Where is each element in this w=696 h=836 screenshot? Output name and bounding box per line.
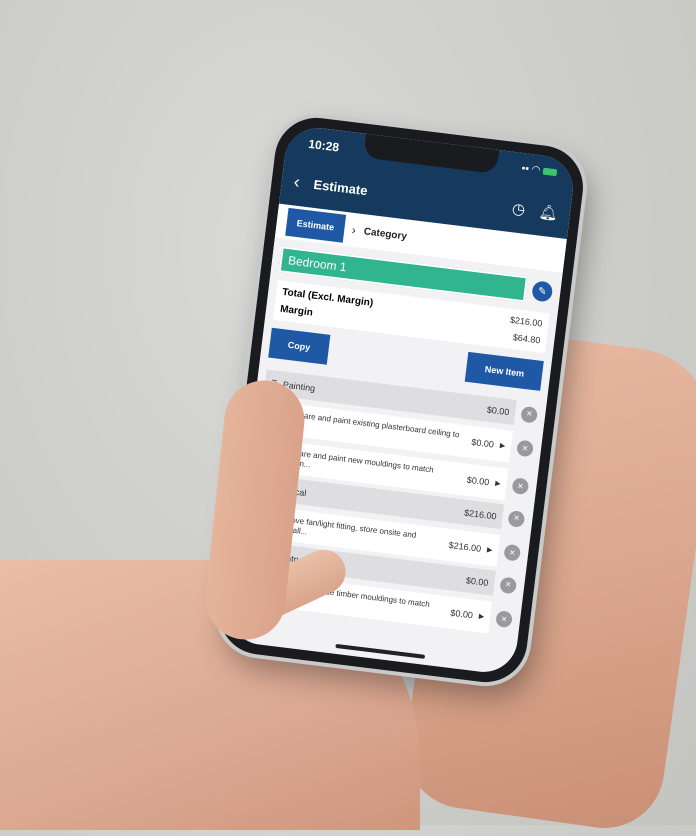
- battery-icon: [542, 167, 558, 177]
- page-title: Estimate: [312, 176, 369, 198]
- status-time: 10:28: [307, 136, 340, 155]
- category-total: $216.00: [463, 507, 498, 521]
- home-indicator: [335, 643, 426, 659]
- back-chevron-icon[interactable]: ‹: [293, 171, 301, 193]
- total-value: $216.00: [509, 314, 543, 329]
- margin-value: $64.80: [512, 332, 541, 346]
- item-price: $216.00: [448, 539, 482, 554]
- breadcrumb-estimate-button[interactable]: Estimate: [285, 207, 346, 243]
- remove-category-icon[interactable]: ×: [507, 509, 526, 528]
- breadcrumb-category[interactable]: Category: [363, 226, 407, 242]
- status-icons: ▪▪ ◠: [521, 163, 558, 178]
- category-total: $0.00: [486, 404, 510, 417]
- category-total: $0.00: [465, 574, 490, 588]
- new-item-button[interactable]: New Item: [465, 351, 544, 391]
- breadcrumb-separator: ›: [351, 222, 357, 238]
- remove-item-icon[interactable]: ×: [511, 477, 530, 496]
- copy-button[interactable]: Copy: [268, 327, 330, 365]
- chevron-right-icon: ▶: [486, 546, 493, 555]
- remove-item-icon[interactable]: ×: [495, 610, 513, 629]
- pencil-icon[interactable]: ✎: [531, 280, 554, 303]
- remove-category-icon[interactable]: ×: [499, 576, 518, 594]
- chevron-right-icon: ▶: [478, 613, 485, 621]
- item-price: $0.00: [449, 607, 474, 621]
- chevron-right-icon: ▶: [499, 442, 506, 451]
- clock-icon[interactable]: ◷: [511, 199, 526, 218]
- item-price: $0.00: [466, 474, 490, 488]
- phone-notch: [363, 133, 500, 174]
- bell-icon[interactable]: 🔔︎: [538, 202, 559, 222]
- remove-category-icon[interactable]: ×: [520, 405, 539, 424]
- remove-item-icon[interactable]: ×: [516, 439, 534, 458]
- item-price: $0.00: [470, 436, 495, 450]
- remove-item-icon[interactable]: ×: [503, 543, 522, 562]
- chevron-right-icon: ▶: [494, 480, 501, 488]
